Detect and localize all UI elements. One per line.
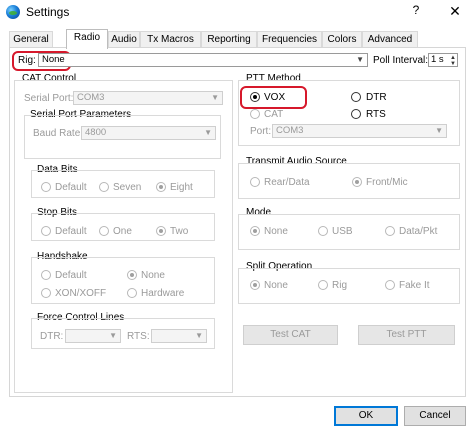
split-none-label: None (264, 280, 288, 291)
close-button[interactable]: ✕ (447, 3, 463, 21)
mode-datapkt-label: Data/Pkt (399, 226, 438, 237)
data-bits-seven-label: Seven (113, 182, 142, 193)
tab-colors[interactable]: Colors (322, 31, 362, 48)
audio-front-radio (352, 177, 362, 187)
stop-bits-two-radio (156, 226, 166, 236)
handshake-none-radio (127, 270, 137, 280)
handshake-xonxoff-radio (41, 288, 51, 298)
ptt-cat-label: CAT (264, 109, 284, 120)
mode-usb-radio (318, 226, 328, 236)
audio-rear-label: Rear/Data (264, 177, 310, 188)
ok-button[interactable]: OK (334, 406, 398, 426)
mode-none-label: None (264, 226, 288, 237)
ptt-vox-label: VOX (264, 92, 286, 103)
chevron-down-icon: ▼ (195, 331, 203, 340)
stop-bits-default-radio (41, 226, 51, 236)
mode-none-radio (250, 226, 260, 236)
ptt-port-value: COM3 (276, 125, 304, 136)
poll-interval-value: 1 s (431, 54, 444, 65)
chevron-down-icon: ▼ (435, 126, 443, 135)
tab-radio[interactable]: Radio (66, 29, 108, 49)
chevron-down-icon: ▼ (356, 55, 364, 64)
serial-port-label: Serial Port: (24, 93, 74, 104)
dtr-select: ▼ (65, 329, 121, 343)
data-bits-default-radio (41, 182, 51, 192)
audio-rear-radio (250, 177, 260, 187)
audio-front-label: Front/Mic (366, 177, 408, 188)
split-rig-radio (318, 280, 328, 290)
rts-label: RTS: (127, 331, 150, 342)
ptt-port-select: COM3 ▼ (272, 124, 447, 138)
tab-tx-macros[interactable]: Tx Macros (140, 31, 201, 48)
tab-advanced[interactable]: Advanced (362, 31, 418, 48)
split-none-radio (250, 280, 260, 290)
ptt-cat-radio (250, 109, 260, 119)
handshake-hardware-radio (127, 288, 137, 298)
stop-bits-one-label: One (113, 226, 132, 237)
mode-usb-label: USB (332, 226, 353, 237)
ptt-rts-label: RTS (366, 109, 386, 120)
app-icon (6, 5, 20, 19)
poll-interval-label: Poll Interval: (373, 55, 429, 66)
stop-bits-two-label: Two (170, 226, 189, 237)
ptt-dtr-label: DTR (366, 92, 387, 103)
rig-label: Rig: (18, 55, 36, 66)
split-fakeit-radio (385, 280, 395, 290)
spin-down-icon[interactable]: ▼ (450, 61, 456, 67)
ptt-vox-radio[interactable] (250, 92, 260, 102)
chevron-down-icon: ▼ (211, 93, 219, 102)
test-ptt-button: Test PTT (358, 325, 455, 345)
ptt-dtr-radio[interactable] (351, 92, 361, 102)
serial-port-select: COM3 ▼ (73, 91, 223, 105)
chevron-down-icon: ▼ (204, 128, 212, 137)
cancel-button[interactable]: Cancel (404, 406, 466, 426)
baud-rate-label: Baud Rate: (33, 128, 84, 139)
tab-reporting[interactable]: Reporting (201, 31, 257, 48)
serial-port-value: COM3 (77, 92, 105, 103)
data-bits-eight-radio (156, 182, 166, 192)
rts-select: ▼ (151, 329, 207, 343)
data-bits-default-label: Default (55, 182, 87, 193)
rig-select[interactable]: None ▼ (38, 53, 368, 67)
handshake-none-label: None (141, 270, 165, 281)
stop-bits-default-label: Default (55, 226, 87, 237)
poll-interval-spinner[interactable]: 1 s ▲ ▼ (428, 53, 458, 67)
ptt-rts-radio[interactable] (351, 109, 361, 119)
title-bar: Settings ? ✕ (0, 0, 474, 26)
chevron-down-icon: ▼ (109, 331, 117, 340)
tab-audio[interactable]: Audio (108, 31, 140, 48)
data-bits-eight-label: Eight (170, 182, 193, 193)
help-button[interactable]: ? (408, 3, 424, 21)
split-rig-label: Rig (332, 280, 348, 291)
handshake-default-label: Default (55, 270, 87, 281)
handshake-default-radio (41, 270, 51, 280)
ptt-port-label: Port: (250, 126, 272, 137)
handshake-xonxoff-label: XON/XOFF (55, 288, 107, 299)
data-bits-seven-radio (99, 182, 109, 192)
mode-datapkt-radio (385, 226, 395, 236)
baud-rate-select: 4800 ▼ (81, 126, 216, 140)
handshake-hardware-label: Hardware (141, 288, 185, 299)
baud-rate-value: 4800 (85, 127, 107, 138)
test-cat-button: Test CAT (243, 325, 338, 345)
window-title: Settings (26, 5, 70, 19)
stop-bits-one-radio (99, 226, 109, 236)
split-fakeit-label: Fake It (399, 280, 430, 291)
rig-value: None (42, 54, 65, 65)
tab-frequencies[interactable]: Frequencies (257, 31, 322, 48)
dtr-label: DTR: (40, 331, 64, 342)
tab-general[interactable]: General (9, 31, 53, 48)
